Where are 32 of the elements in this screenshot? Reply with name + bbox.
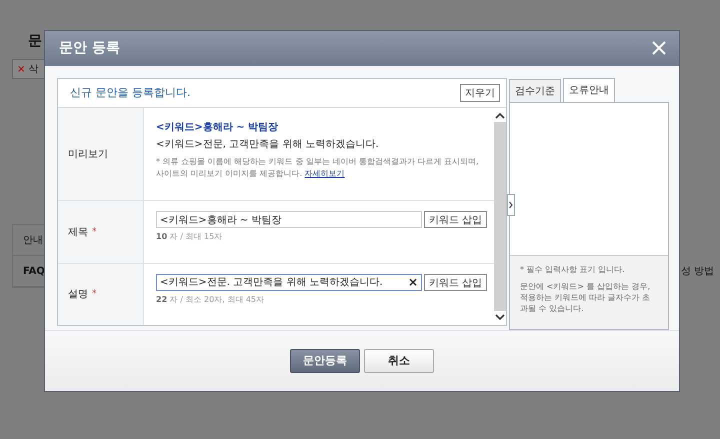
preview-description: <키워드>전문, 고객만족을 위해 노력하겠습니다. bbox=[156, 138, 380, 151]
insert-keyword-button[interactable]: 키워드 삽입 bbox=[424, 211, 488, 228]
page-heading: 문 bbox=[28, 32, 42, 50]
text-field[interactable]: <키워드>홍해라 ~ 박팀장 bbox=[156, 211, 422, 228]
preview-title: <키워드>홍해라 ~ 박팀장 bbox=[156, 120, 280, 134]
intro-text: 신규 문안을 등록합니다. bbox=[70, 85, 190, 100]
field-label: 설명 bbox=[68, 288, 88, 302]
register-button[interactable]: 문안등록 bbox=[290, 348, 360, 373]
required-mark: * bbox=[92, 289, 96, 300]
cancel-button[interactable]: 취소 bbox=[364, 348, 434, 373]
preview-label: 미리보기 bbox=[68, 148, 108, 162]
side-text: 성 방법 bbox=[680, 265, 714, 278]
dialog-title: 문안 등록 bbox=[59, 39, 120, 58]
close-icon[interactable] bbox=[651, 40, 667, 56]
clear-button[interactable]: 지우기 bbox=[460, 84, 500, 102]
section-label: 안내 bbox=[23, 234, 43, 247]
field-label: 제목 bbox=[68, 226, 88, 239]
clear-field-button[interactable]: × bbox=[408, 275, 418, 290]
insert-keyword-button[interactable]: 키워드 삽입 bbox=[424, 274, 488, 291]
help-note: 문안에 <키워드> 를 삽입하는 경우, 적용하는 키워드에 따라 글자수가 초과될 수 있습니다. bbox=[520, 280, 652, 314]
scroll-down-icon[interactable] bbox=[495, 312, 505, 321]
character-count: 10 자 / 최대 15자 bbox=[156, 231, 224, 242]
faq-label: FAQ bbox=[23, 266, 45, 276]
tab[interactable]: 오류안내 bbox=[563, 78, 615, 102]
details-link[interactable]: 자세히보기 bbox=[304, 168, 345, 178]
text-field[interactable]: <키워드>전문. 고객만족을 위해 노력하겠습니다. × bbox=[156, 274, 422, 291]
tab[interactable]: 검수기준 bbox=[509, 78, 561, 102]
character-count: 22 자 / 최소 20자, 최대 45자 bbox=[156, 294, 265, 305]
scroll-up-icon[interactable] bbox=[495, 112, 505, 120]
help-note: * 필수 입력사항 표기 입니다. bbox=[520, 264, 626, 275]
required-mark: * bbox=[92, 226, 96, 237]
preview-note: * 의류 쇼핑몰 이름에 해당하는 키워드 중 일부는 네이버 통합검색결과가 다르게 표시되며, 사이트의 미리보기 이미지를 제공합니다. 자세히보기 bbox=[156, 156, 480, 180]
